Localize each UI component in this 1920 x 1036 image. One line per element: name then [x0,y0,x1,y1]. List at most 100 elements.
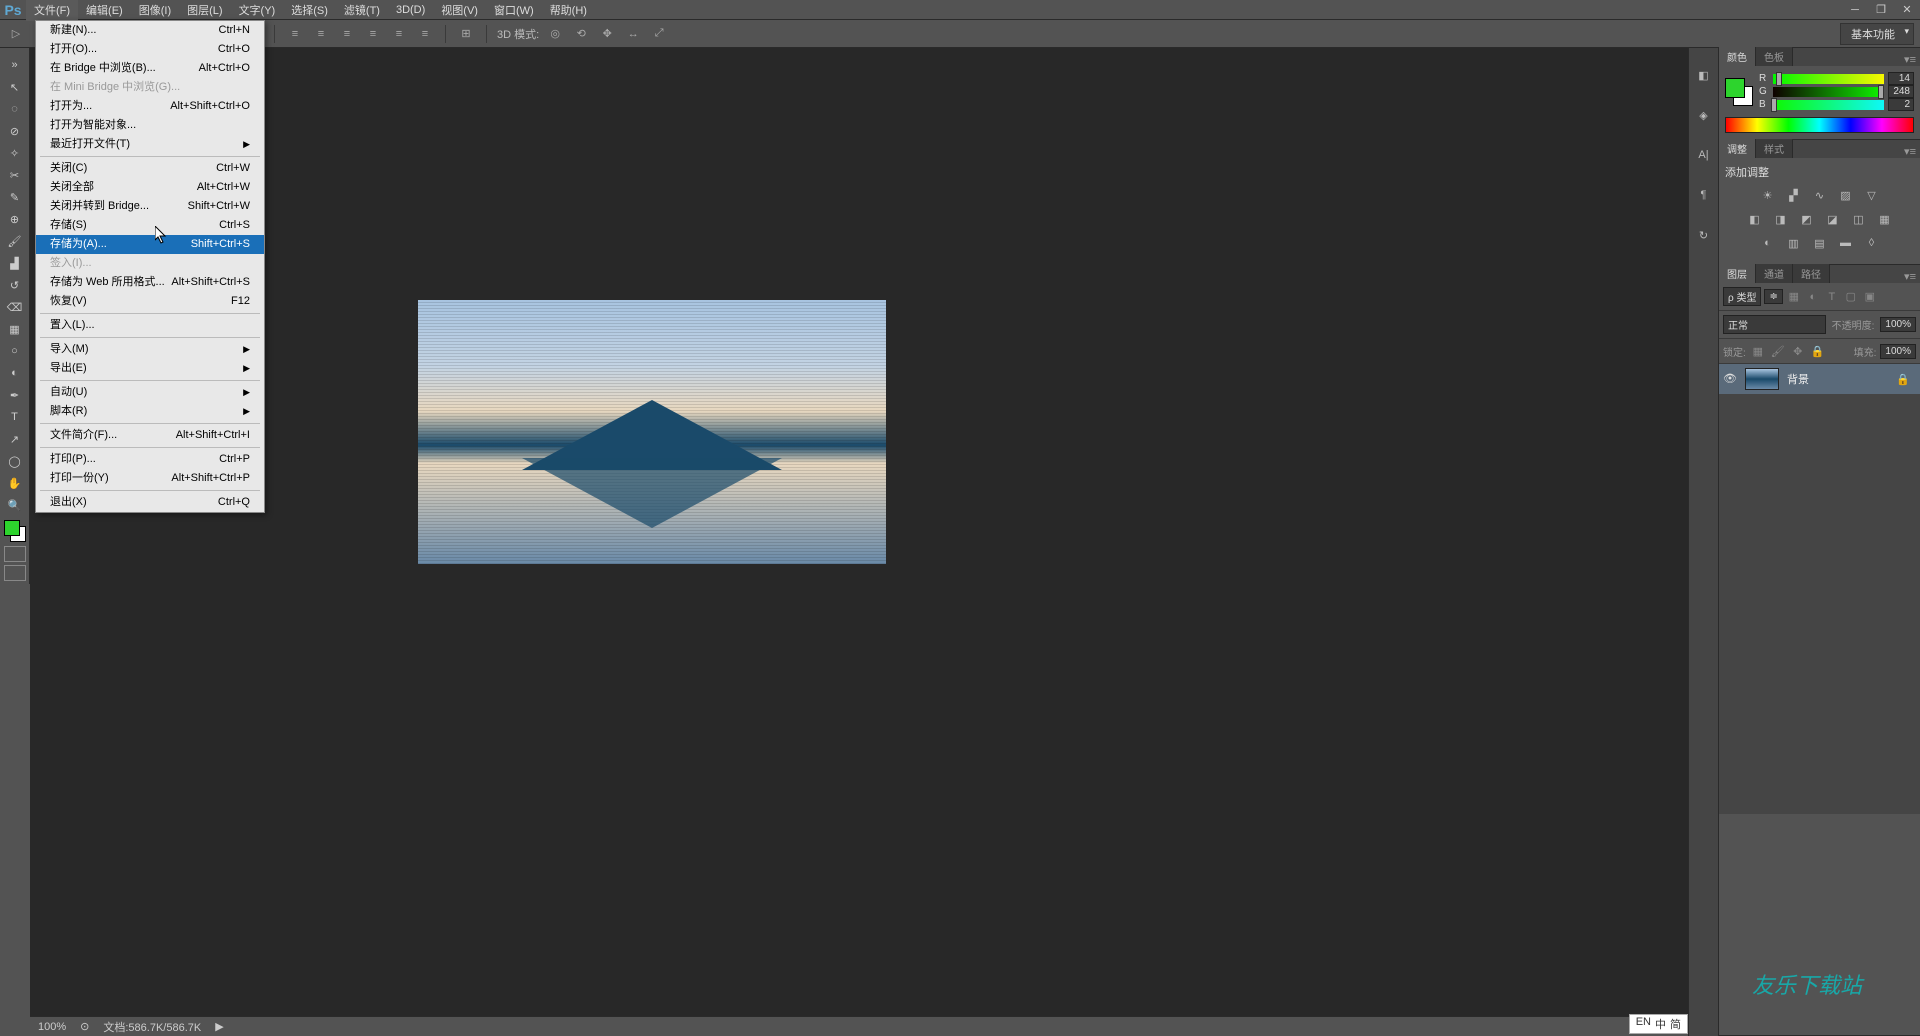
layer-name[interactable]: 背景 [1787,371,1809,387]
history-panel-icon[interactable]: ◧ [1693,64,1715,86]
layer-filter-dropdown[interactable]: ≑ [1764,289,1782,304]
status-arrow-icon[interactable]: ▶ [215,1020,223,1033]
filter-type-icon[interactable]: T [1824,289,1840,305]
menu-print-one[interactable]: 打印一份(Y)Alt+Shift+Ctrl+P [36,469,264,488]
fill-value[interactable]: 100% [1880,344,1916,359]
channel-mixer-icon[interactable]: ◫ [1850,210,1868,228]
menu-select[interactable]: 选择(S) [283,0,336,21]
lock-trans-icon[interactable]: ▦ [1750,343,1766,359]
distribute-right-icon[interactable]: ≡ [415,24,435,44]
wand-tool[interactable]: ✧ [1,142,29,164]
mode3d-pan-icon[interactable]: ✥ [597,24,617,44]
menu-place[interactable]: 置入(L)... [36,316,264,335]
lock-all-icon[interactable]: 🔒 [1810,343,1826,359]
menu-scripts[interactable]: 脚本(R)▶ [36,402,264,421]
layers-panel-menu-icon[interactable]: ▾≡ [1900,270,1920,283]
menu-help[interactable]: 帮助(H) [542,0,595,21]
menu-file-info[interactable]: 文件简介(F)...Alt+Shift+Ctrl+I [36,426,264,445]
menu-view[interactable]: 视图(V) [433,0,486,21]
stamp-tool[interactable]: ▟ [1,252,29,274]
menu-layer[interactable]: 图层(L) [179,0,230,21]
r-value[interactable]: 14 [1888,72,1914,85]
layer-filter-kind[interactable]: ρ 类型 [1723,287,1761,306]
r-slider[interactable] [1773,74,1884,84]
filter-shape-icon[interactable]: ▢ [1843,289,1859,305]
window-restore[interactable]: ❐ [1868,1,1894,19]
vibrance-icon[interactable]: ▽ [1863,186,1881,204]
photo-filter-icon[interactable]: ◪ [1824,210,1842,228]
opacity-value[interactable]: 100% [1880,317,1916,332]
menu-browse-bridge[interactable]: 在 Bridge 中浏览(B)...Alt+Ctrl+O [36,59,264,78]
menu-new[interactable]: 新建(N)...Ctrl+N [36,21,264,40]
path-select-tool[interactable]: ↗ [1,428,29,450]
menu-save-as[interactable]: 存储为(A)...Shift+Ctrl+S [36,235,264,254]
mode3d-slide-icon[interactable]: ↔ [623,24,643,44]
canvas-area[interactable] [30,48,1688,1016]
menu-save-web[interactable]: 存储为 Web 所用格式...Alt+Shift+Ctrl+S [36,273,264,292]
quickmask-toggle[interactable] [4,546,26,562]
color-panel-swatches[interactable] [1725,78,1753,106]
adjustments-tab[interactable]: 调整 [1719,139,1756,158]
color-swatches[interactable] [4,520,26,542]
expand-tools-icon[interactable]: » [1,54,29,76]
move-tool[interactable]: ↖ [1,76,29,98]
document-canvas[interactable] [418,300,886,564]
zoom-tool[interactable]: 🔍 [1,494,29,516]
lasso-tool[interactable]: ⊘ [1,120,29,142]
marquee-tool[interactable]: ◌ [1,98,29,120]
menu-3d[interactable]: 3D(D) [388,1,433,19]
pen-tool[interactable]: ✒ [1,384,29,406]
menu-automate[interactable]: 自动(U)▶ [36,383,264,402]
zoom-level[interactable]: 100% [38,1021,66,1033]
levels-icon[interactable]: ▞ [1785,186,1803,204]
menu-close-all[interactable]: 关闭全部Alt+Ctrl+W [36,178,264,197]
mode3d-zoom-icon[interactable]: ⤢ [649,24,669,44]
gradient-tool[interactable]: ▦ [1,318,29,340]
menu-import[interactable]: 导入(M)▶ [36,340,264,359]
channels-tab[interactable]: 通道 [1756,264,1793,283]
filter-smart-icon[interactable]: ▣ [1862,289,1878,305]
doc-size[interactable]: 文档:586.7K/586.7K [103,1019,201,1035]
color-spectrum[interactable] [1725,117,1914,133]
mode3d-roll-icon[interactable]: ⟲ [571,24,591,44]
menu-type[interactable]: 文字(Y) [231,0,284,21]
adjust-panel-menu-icon[interactable]: ▾≡ [1900,145,1920,158]
menu-image[interactable]: 图像(I) [131,0,179,21]
hue-icon[interactable]: ◧ [1746,210,1764,228]
swatches-tab[interactable]: 色板 [1756,47,1793,66]
menu-save[interactable]: 存储(S)Ctrl+S [36,216,264,235]
type-tool[interactable]: T [1,406,29,428]
curves-icon[interactable]: ∿ [1811,186,1829,204]
color-lookup-icon[interactable]: ▦ [1876,210,1894,228]
b-slider[interactable] [1773,100,1884,110]
color-tab[interactable]: 颜色 [1719,47,1756,66]
lock-image-icon[interactable]: 🖌 [1770,343,1786,359]
shape-tool[interactable]: ◯ [1,450,29,472]
screenmode-toggle[interactable] [4,565,26,581]
layer-thumbnail[interactable] [1745,368,1779,390]
selective-color-icon[interactable]: ◊ [1863,234,1881,252]
menu-close-doc[interactable]: 关闭(C)Ctrl+W [36,159,264,178]
paths-tab[interactable]: 路径 [1793,264,1830,283]
exposure-icon[interactable]: ▨ [1837,186,1855,204]
menu-filter[interactable]: 滤镜(T) [336,0,388,21]
window-close[interactable]: ✕ [1894,1,1920,19]
crop-tool[interactable]: ✂ [1,164,29,186]
layer-row-background[interactable]: 👁 背景 🔒 [1719,364,1920,394]
dodge-tool[interactable]: ◐ [1,362,29,384]
g-value[interactable]: 248 [1888,85,1914,98]
layers-tab[interactable]: 图层 [1719,264,1756,283]
menu-close-bridge[interactable]: 关闭并转到 Bridge...Shift+Ctrl+W [36,197,264,216]
blur-tool[interactable]: ○ [1,340,29,362]
menu-revert[interactable]: 恢复(V)F12 [36,292,264,311]
layer-visibility-icon[interactable]: 👁 [1723,372,1737,386]
mode3d-orbit-icon[interactable]: ◎ [545,24,565,44]
menu-edit[interactable]: 编辑(E) [78,0,131,21]
menu-open-smart[interactable]: 打开为智能对象... [36,116,264,135]
heal-tool[interactable]: ⊕ [1,208,29,230]
eraser-tool[interactable]: ⌫ [1,296,29,318]
history-brush-tool[interactable]: ↺ [1,274,29,296]
brightness-icon[interactable]: ☀ [1759,186,1777,204]
menu-open[interactable]: 打开(O)...Ctrl+O [36,40,264,59]
blend-mode-select[interactable]: 正常 [1723,315,1826,334]
